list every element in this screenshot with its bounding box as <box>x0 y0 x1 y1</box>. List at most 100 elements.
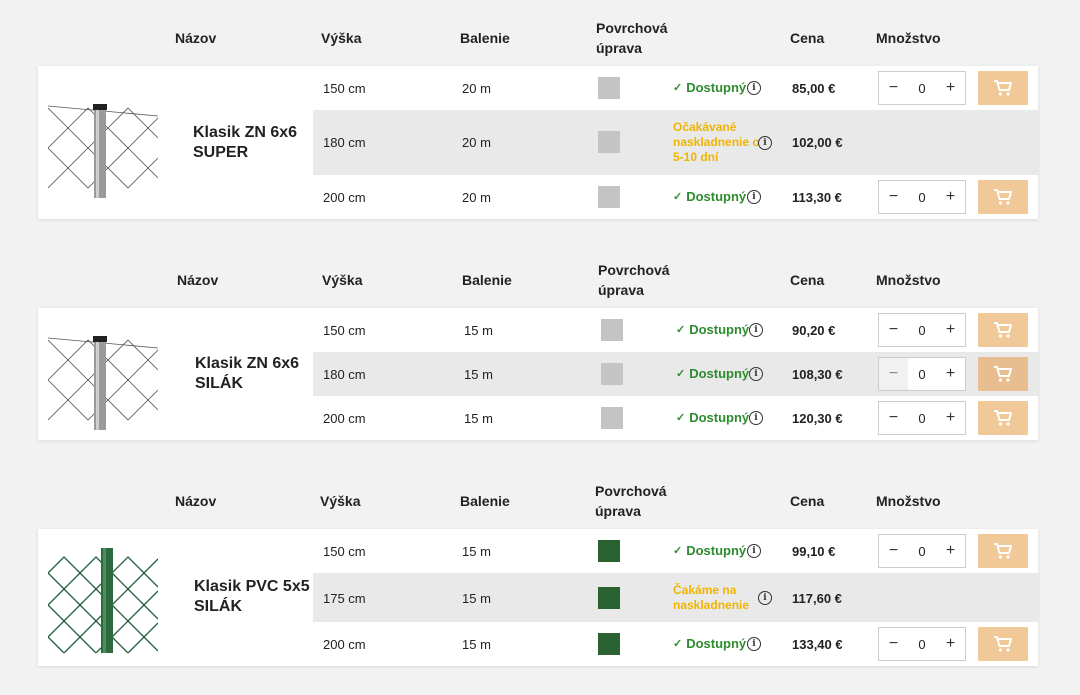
status-available: ✓ Dostupný <box>673 189 747 204</box>
info-icon[interactable]: i <box>747 637 761 651</box>
package-value: 20 m <box>462 81 491 96</box>
quantity-stepper[interactable]: − 0 + <box>878 313 966 347</box>
info-icon[interactable]: i <box>747 81 761 95</box>
add-to-cart-button[interactable] <box>978 627 1028 661</box>
price-value: 102,00 € <box>792 135 843 150</box>
status-waiting: Čakáme na naskladnenie <box>673 583 750 612</box>
package-value: 20 m <box>462 190 491 205</box>
finish-swatch <box>598 131 620 153</box>
decrease-button[interactable]: − <box>879 535 908 567</box>
header-finish: Povrchová úprava <box>598 262 670 298</box>
quantity-input[interactable]: 0 <box>908 81 936 96</box>
header-quantity: Množstvo <box>876 493 941 509</box>
header-finish: Povrchová úprava <box>595 483 667 519</box>
quantity-stepper[interactable]: − 0 + <box>878 401 966 435</box>
height-value: 175 cm <box>323 591 366 606</box>
table-row: 200 cm 15 m ✓ Dostupný i 120,30 € − 0 + <box>313 396 1038 440</box>
table-header: Názov Výška Balenie Povrchová úprava Cen… <box>0 481 1080 525</box>
cart-icon <box>994 636 1012 652</box>
increase-button[interactable]: + <box>936 402 965 434</box>
status-available: ✓ Dostupný <box>676 366 750 381</box>
height-value: 200 cm <box>323 637 366 652</box>
info-icon[interactable]: i <box>749 411 763 425</box>
status-available: ✓ Dostupný <box>673 80 747 95</box>
quantity-stepper[interactable]: − 0 + <box>878 180 966 214</box>
check-icon: ✓ <box>676 368 686 380</box>
finish-swatch <box>598 587 620 609</box>
finish-swatch <box>598 540 620 562</box>
product-image[interactable] <box>48 320 158 430</box>
quantity-stepper[interactable]: − 0 + <box>878 71 966 105</box>
add-to-cart-button[interactable] <box>978 534 1028 568</box>
header-finish: Povrchová úprava <box>596 20 668 56</box>
product-image[interactable] <box>48 88 158 198</box>
table-row: 200 cm 20 m ✓ Dostupný i 113,30 € − 0 + <box>313 175 1038 219</box>
finish-swatch <box>601 363 623 385</box>
add-to-cart-button[interactable] <box>978 357 1028 391</box>
header-quantity: Množstvo <box>876 30 941 46</box>
quantity-input[interactable]: 0 <box>908 637 936 652</box>
package-value: 15 m <box>462 544 491 559</box>
decrease-button[interactable]: − <box>879 628 908 660</box>
increase-button[interactable]: + <box>936 358 965 390</box>
quantity-input[interactable]: 0 <box>908 323 936 338</box>
status-available: ✓ Dostupný <box>673 543 747 558</box>
quantity-stepper[interactable]: − 0 + <box>878 534 966 568</box>
finish-swatch <box>598 186 620 208</box>
decrease-button[interactable]: − <box>879 181 908 213</box>
table-row: 180 cm 15 m ✓ Dostupný i 108,30 € − 0 + <box>313 352 1038 396</box>
quantity-stepper[interactable]: − 0 + <box>878 357 966 391</box>
quantity-input[interactable]: 0 <box>908 190 936 205</box>
decrease-button[interactable]: − <box>879 314 908 346</box>
cart-icon <box>994 189 1012 205</box>
price-value: 85,00 € <box>792 81 836 96</box>
decrease-button[interactable]: − <box>879 358 908 390</box>
check-icon: ✓ <box>673 545 683 557</box>
product-name[interactable]: Klasik ZN 6x6 SILÁK <box>195 354 315 394</box>
table-row: 200 cm 15 m ✓ Dostupný i 133,40 € − 0 + <box>313 622 1038 666</box>
info-icon[interactable]: i <box>758 136 772 150</box>
info-icon[interactable]: i <box>758 591 772 605</box>
price-value: 113,30 € <box>792 190 842 205</box>
price-value: 120,30 € <box>792 411 843 426</box>
increase-button[interactable]: + <box>936 314 965 346</box>
quantity-input[interactable]: 0 <box>908 411 936 426</box>
height-value: 200 cm <box>323 190 366 205</box>
quantity-input[interactable]: 0 <box>908 544 936 559</box>
increase-button[interactable]: + <box>936 181 965 213</box>
info-icon[interactable]: i <box>749 367 763 381</box>
info-icon[interactable]: i <box>747 190 761 204</box>
add-to-cart-button[interactable] <box>978 71 1028 105</box>
increase-button[interactable]: + <box>936 535 965 567</box>
finish-swatch <box>601 407 623 429</box>
quantity-input[interactable]: 0 <box>908 367 936 382</box>
product-name[interactable]: Klasik PVC 5x5 SILÁK <box>194 577 314 617</box>
header-name: Názov <box>175 493 217 509</box>
add-to-cart-button[interactable] <box>978 180 1028 214</box>
status-available: ✓ Dostupný <box>676 322 750 337</box>
header-quantity: Množstvo <box>876 272 941 288</box>
price-value: 117,60 € <box>792 591 842 606</box>
price-value: 99,10 € <box>792 544 836 559</box>
table-row: 150 cm 15 m ✓ Dostupný i 99,10 € − 0 + <box>313 529 1038 573</box>
product-image[interactable] <box>48 543 158 653</box>
decrease-button[interactable]: − <box>879 72 908 104</box>
header-package: Balenie <box>462 272 512 288</box>
add-to-cart-button[interactable] <box>978 401 1028 435</box>
cart-icon <box>994 322 1012 338</box>
add-to-cart-button[interactable] <box>978 313 1028 347</box>
package-value: 15 m <box>462 637 491 652</box>
quantity-stepper[interactable]: − 0 + <box>878 627 966 661</box>
product-name[interactable]: Klasik ZN 6x6 SUPER <box>193 123 313 163</box>
height-value: 150 cm <box>323 81 366 96</box>
info-icon[interactable]: i <box>747 544 761 558</box>
price-value: 90,20 € <box>792 323 836 338</box>
decrease-button[interactable]: − <box>879 402 908 434</box>
increase-button[interactable]: + <box>936 628 965 660</box>
increase-button[interactable]: + <box>936 72 965 104</box>
status-available: ✓ Dostupný <box>673 636 747 651</box>
product-card: Klasik ZN 6x6 SILÁK 150 cm 15 m ✓ Dostupn… <box>38 308 1038 440</box>
finish-swatch <box>601 319 623 341</box>
price-value: 133,40 € <box>792 637 843 652</box>
info-icon[interactable]: i <box>749 323 763 337</box>
